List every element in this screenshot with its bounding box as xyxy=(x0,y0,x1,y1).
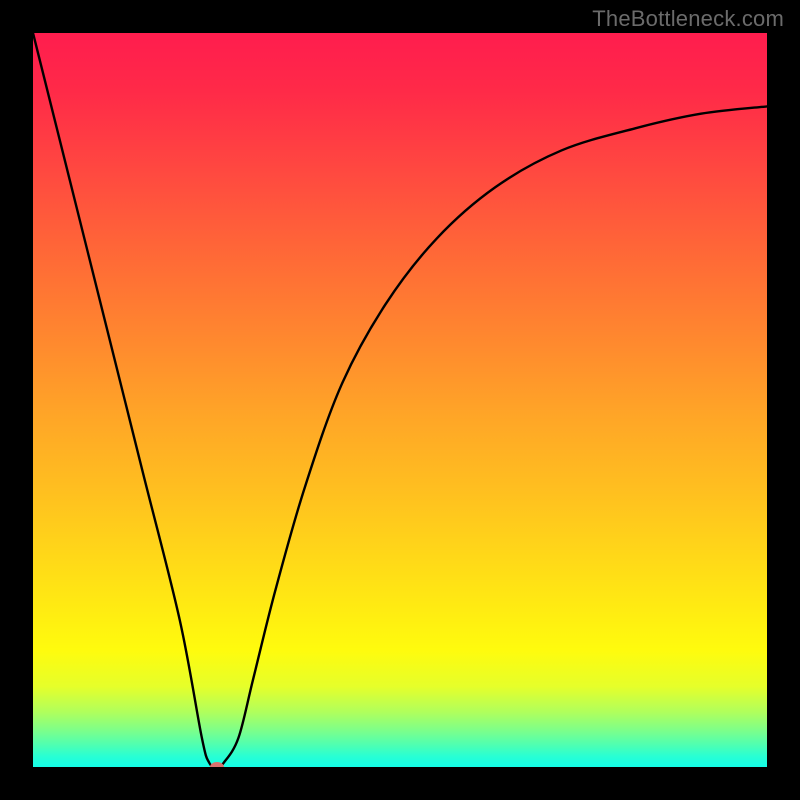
bottleneck-curve xyxy=(33,33,767,767)
min-marker xyxy=(210,762,224,767)
plot-area xyxy=(33,33,767,767)
watermark-text: TheBottleneck.com xyxy=(592,6,784,32)
curve-layer xyxy=(33,33,767,767)
